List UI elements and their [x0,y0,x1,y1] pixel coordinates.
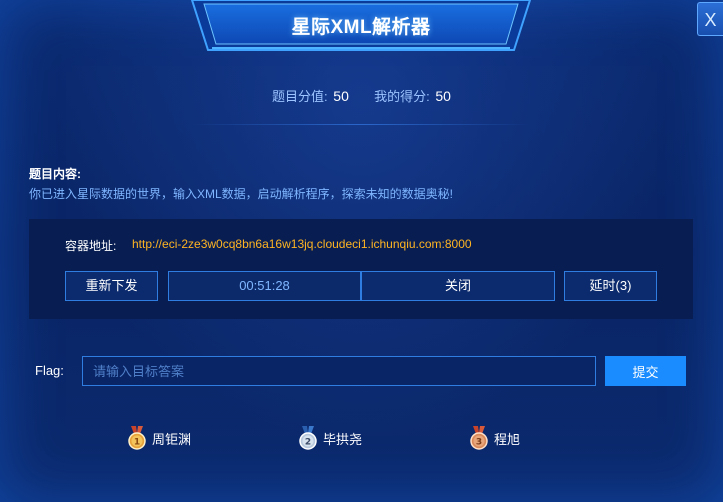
rank-item-2: 2 毕拱尧 [298,426,362,450]
divider [190,124,533,125]
flag-input[interactable] [82,356,596,386]
close-container-button[interactable]: 关闭 [361,271,555,301]
container-address-label: 容器地址: [65,239,117,253]
flag-label: Flag: [35,363,64,378]
score-summary: 题目分值: 50 我的得分: 50 [0,86,723,105]
rank-item-3: 3 程旭 [469,426,520,450]
countdown-timer: 00:51:28 [168,271,361,301]
description-text: 你已进入星际数据的世界，输入XML数据，启动解析程序，探索未知的数据奥秘! [29,187,454,201]
my-score-label: 我的得分: [374,89,430,104]
rank-name: 周钜渊 [152,431,192,447]
submit-button[interactable]: 提交 [605,356,686,386]
description-label: 题目内容: [29,167,81,181]
close-button[interactable]: X [697,2,723,36]
title-plate: 星际XML解析器 [190,0,532,52]
question-score-value: 50 [333,88,349,104]
bronze-medal-icon: 3 [470,426,488,450]
container-address-link[interactable]: http://eci-2ze3w0cq8bn6a16w13jq.cloudeci… [132,237,472,251]
dialog-frame: 星际XML解析器 X 题目分值: 50 我的得分: 50 题目内容: 你已进入星… [0,0,723,502]
resend-button[interactable]: 重新下发 [65,271,158,301]
medal-rank-number: 2 [305,438,311,448]
silver-medal-icon: 2 [299,426,317,450]
question-score-label: 题目分值: [272,89,328,104]
container-panel [29,219,693,319]
extend-button[interactable]: 延时(3) [564,271,657,301]
my-score-value: 50 [435,88,451,104]
medal-rank-number: 3 [476,438,482,448]
page-title: 星际XML解析器 [291,17,431,38]
medal-rank-number: 1 [134,438,140,448]
rank-name: 程旭 [494,431,521,447]
rank-name: 毕拱尧 [323,431,363,447]
gold-medal-icon: 1 [128,426,146,450]
rank-item-1: 1 周钜渊 [127,426,191,450]
